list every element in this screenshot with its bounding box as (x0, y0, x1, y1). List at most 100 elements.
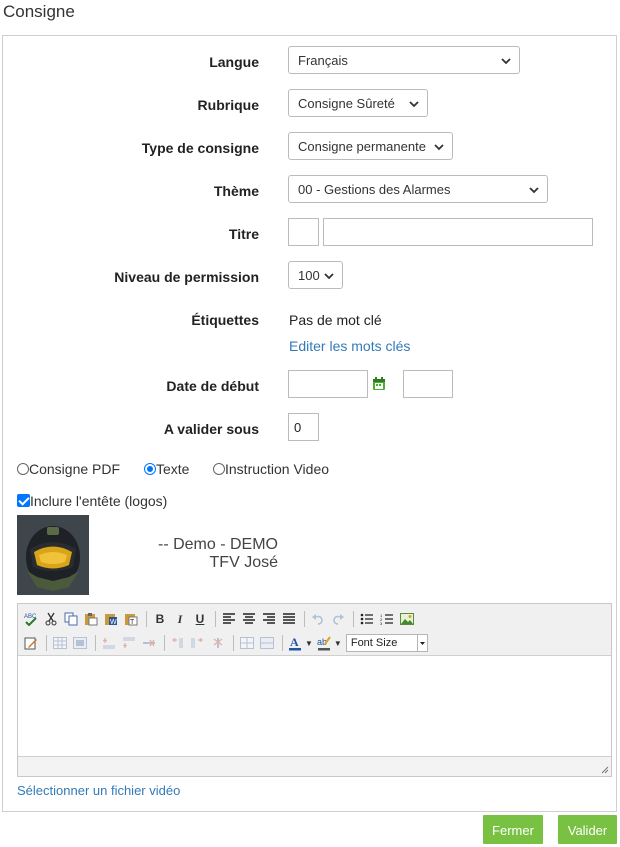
chevron-down-icon (409, 101, 419, 108)
radio-consigne-pdf[interactable]: Consigne PDF (17, 461, 120, 477)
rubrique-select-value: Consigne Sûreté (298, 96, 395, 111)
label-type-consigne: Type de consigne (141, 140, 259, 156)
toolbar-row-1: ABC W T B I U 123 (22, 608, 418, 630)
label-permission: Niveau de permission (114, 269, 259, 285)
underline-icon[interactable]: U (191, 610, 209, 628)
close-button[interactable]: Fermer (483, 815, 543, 844)
table-props-icon[interactable] (71, 634, 89, 652)
row-valider-sous: A valider sous 0 (3, 413, 616, 445)
submit-button[interactable]: Valider (558, 815, 617, 844)
helmet-logo-image (17, 515, 89, 595)
radio-instruction-video[interactable]: Instruction Video (213, 461, 329, 477)
time-debut-input[interactable] (403, 370, 453, 398)
row-before-icon[interactable] (100, 634, 118, 652)
merge-cells-icon[interactable] (258, 634, 276, 652)
row-titre: Titre (3, 218, 616, 250)
font-size-label: Font Size (350, 637, 398, 649)
rubrique-select[interactable]: Consigne Sûreté (288, 89, 428, 117)
font-color-dropdown-icon[interactable]: ▼ (305, 639, 313, 648)
delete-row-icon[interactable] (140, 634, 158, 652)
undo-icon[interactable] (309, 610, 327, 628)
label-rubrique: Rubrique (197, 97, 259, 113)
toolbar-separator (215, 611, 216, 627)
calendar-icon[interactable] (372, 377, 386, 391)
header-preview-text: -- Demo - DEMO TFV José (123, 536, 278, 572)
radio-label: Consigne PDF (29, 461, 121, 477)
font-size-dropdown-button[interactable] (416, 635, 427, 651)
type-consigne-select-value: Consigne permanente (298, 139, 426, 154)
row-after-icon[interactable] (120, 634, 138, 652)
copy-icon[interactable] (62, 610, 80, 628)
radio-button-checked[interactable] (144, 463, 156, 475)
font-color-icon[interactable]: A (287, 634, 303, 652)
highlight-color-icon[interactable]: ab (316, 634, 332, 652)
redo-icon[interactable] (329, 610, 347, 628)
label-langue: Langue (209, 54, 259, 70)
page-title: Consigne (3, 2, 75, 21)
toolbar-separator (46, 635, 47, 651)
include-header-label: Inclure l'entête (logos) (30, 493, 168, 509)
table-icon[interactable] (51, 634, 69, 652)
include-header-checkbox[interactable] (17, 494, 30, 507)
label-titre: Titre (228, 226, 259, 242)
titre-input[interactable] (323, 218, 593, 246)
paste-text-icon[interactable]: T (122, 610, 140, 628)
type-consigne-select[interactable]: Consigne permanente (288, 132, 453, 160)
radio-label: Instruction Video (225, 461, 330, 477)
font-size-select[interactable]: Font Size (345, 634, 428, 652)
col-after-icon[interactable] (189, 634, 207, 652)
label-theme: Thème (213, 183, 259, 199)
langue-select[interactable]: Français (288, 46, 520, 74)
row-etiquettes: Étiquettes Pas de mot clé Editer les mot… (3, 304, 616, 354)
svg-text:T: T (130, 619, 135, 626)
highlight-dropdown-icon[interactable]: ▼ (334, 639, 342, 648)
header-line-1: -- Demo - DEMO (158, 536, 278, 553)
svg-text:A: A (290, 635, 299, 649)
row-theme: Thème 00 - Gestions des Alarmes (3, 175, 616, 207)
radio-texte[interactable]: Texte (144, 461, 189, 477)
valider-sous-input[interactable]: 0 (288, 413, 319, 441)
include-header-option[interactable]: Inclure l'entête (logos) (17, 493, 167, 509)
align-justify-icon[interactable] (280, 610, 298, 628)
langue-select-value: Français (298, 53, 348, 68)
paste-icon[interactable] (82, 610, 100, 628)
toolbar-separator (282, 635, 283, 651)
cut-icon[interactable] (42, 610, 60, 628)
paste-word-icon[interactable]: W (102, 610, 120, 628)
label-valider-sous: A valider sous (163, 421, 259, 437)
label-etiquettes: Étiquettes (191, 312, 259, 328)
permission-select[interactable]: 100 (288, 261, 343, 289)
row-langue: Langue Français (3, 46, 616, 78)
row-type-consigne: Type de consigne Consigne permanente (3, 132, 616, 164)
select-video-link[interactable]: Sélectionner un fichier vidéo (17, 783, 180, 798)
toolbar-separator (95, 635, 96, 651)
radio-button[interactable] (213, 463, 225, 475)
italic-icon[interactable]: I (171, 610, 189, 628)
svg-text:3: 3 (380, 621, 383, 625)
align-center-icon[interactable] (240, 610, 258, 628)
delete-col-icon[interactable] (209, 634, 227, 652)
image-icon[interactable] (398, 610, 416, 628)
split-cells-icon[interactable] (238, 634, 256, 652)
label-date-debut: Date de début (166, 378, 259, 394)
date-debut-input[interactable] (288, 370, 368, 398)
align-left-icon[interactable] (220, 610, 238, 628)
spellcheck-icon[interactable]: ABC (22, 610, 40, 628)
bold-icon[interactable]: B (151, 610, 169, 628)
theme-select-value: 00 - Gestions des Alarmes (298, 182, 451, 197)
chevron-down-icon (501, 58, 511, 65)
edit-source-icon[interactable] (22, 634, 40, 652)
rich-text-editor: ABC W T B I U 123 A ▼ ab ▼ Font Size (17, 603, 612, 777)
edit-tags-link[interactable]: Editer les mots clés (289, 338, 410, 354)
resize-grip-icon[interactable] (599, 764, 609, 774)
row-permission: Niveau de permission 100 (3, 261, 616, 293)
bullet-list-icon[interactable] (358, 610, 376, 628)
numbered-list-icon[interactable]: 123 (378, 610, 396, 628)
theme-select[interactable]: 00 - Gestions des Alarmes (288, 175, 548, 203)
titre-prefix-input[interactable] (288, 218, 319, 246)
editor-content-area[interactable] (18, 656, 611, 757)
radio-button[interactable] (17, 463, 29, 475)
align-right-icon[interactable] (260, 610, 278, 628)
col-before-icon[interactable] (169, 634, 187, 652)
chevron-down-icon (324, 273, 334, 280)
